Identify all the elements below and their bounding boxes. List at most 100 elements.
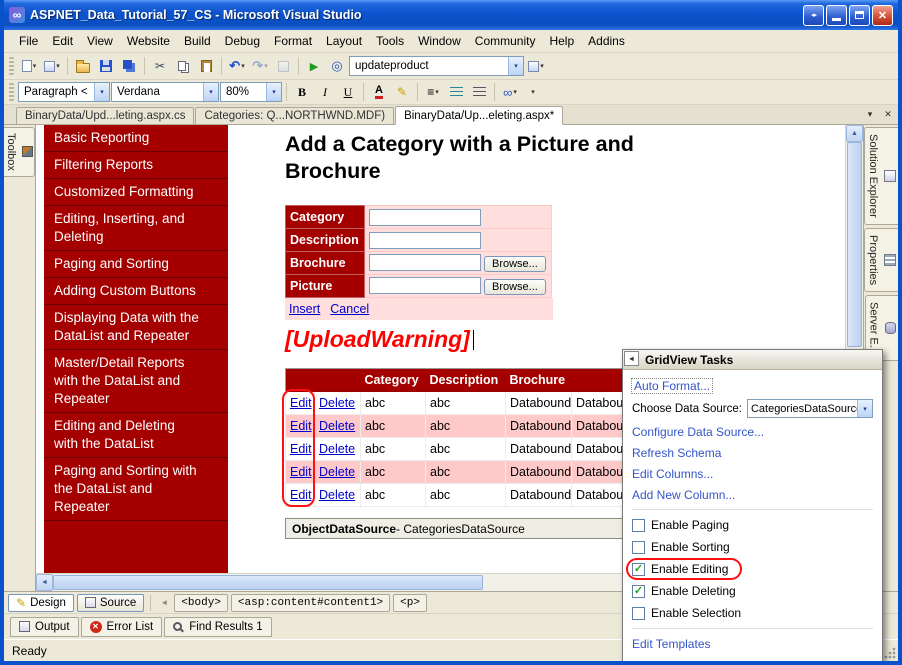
start-debug-button[interactable]: ▶ <box>303 55 325 77</box>
align-button[interactable]: ≡ ▾ <box>422 81 444 103</box>
numbered-list-button[interactable] <box>445 81 467 103</box>
picture-file-input[interactable] <box>369 277 481 294</box>
horizontal-scroll-thumb[interactable] <box>53 575 483 590</box>
auto-format-link[interactable]: Auto Format... <box>630 377 714 394</box>
menu-layout[interactable]: Layout <box>319 31 369 52</box>
hyperlink-button[interactable]: ∞ ▾ <box>499 81 521 103</box>
menu-tools[interactable]: Tools <box>369 31 411 52</box>
block-format-combo[interactable]: Paragraph < ▾ <box>18 82 110 102</box>
preview-browser-button[interactable]: ◎ <box>326 55 348 77</box>
font-color-button[interactable]: A <box>368 81 390 103</box>
delete-link[interactable]: Delete <box>319 419 355 433</box>
design-view-button[interactable]: ✎ Design <box>8 593 74 612</box>
maximize-button[interactable] <box>849 4 870 26</box>
underline-button[interactable]: U <box>337 81 359 103</box>
bullet-list-button[interactable] <box>468 81 490 103</box>
menu-format[interactable]: Format <box>267 31 319 52</box>
edit-link[interactable]: Edit <box>290 419 312 433</box>
nav-paging-datalist[interactable]: Paging and Sorting with the DataList and… <box>44 458 228 521</box>
undo-button[interactable]: ↶ ▾ <box>226 55 248 77</box>
add-new-item-button[interactable]: ▾ <box>41 55 63 77</box>
navigate-button[interactable] <box>272 55 294 77</box>
data-source-combo[interactable]: CategoriesDataSource ▾ <box>746 399 873 418</box>
enable-paging-checkbox[interactable] <box>632 518 645 532</box>
picture-browse-button[interactable]: Browse... <box>484 279 546 295</box>
bold-button[interactable]: B <box>291 81 313 103</box>
edit-templates-link[interactable]: Edit Templates <box>632 637 711 651</box>
menu-file[interactable]: File <box>12 31 45 52</box>
edit-link[interactable]: Edit <box>290 465 312 479</box>
category-input[interactable] <box>369 208 481 226</box>
tab-close-button[interactable]: ✕ <box>880 106 896 122</box>
font-name-combo[interactable]: Verdana ▾ <box>111 82 219 102</box>
new-website-button[interactable]: ▾ <box>18 55 40 77</box>
tab-list-dropdown-button[interactable]: ▾ <box>862 106 878 122</box>
tag-p-button[interactable]: <p> <box>393 593 427 612</box>
find-in-files-button[interactable]: ▾ <box>525 55 547 77</box>
enable-selection-checkbox[interactable] <box>632 606 645 620</box>
copy-button[interactable] <box>172 55 194 77</box>
edit-link[interactable]: Edit <box>290 396 312 410</box>
redo-button[interactable]: ↷ ▾ <box>249 55 271 77</box>
cut-button[interactable]: ✂ <box>149 55 171 77</box>
nav-custom-buttons[interactable]: Adding Custom Buttons <box>44 278 228 305</box>
insert-link[interactable]: Insert <box>289 302 320 316</box>
menu-website[interactable]: Website <box>120 31 177 52</box>
edit-link[interactable]: Edit <box>290 488 312 502</box>
refresh-schema-link[interactable]: Refresh Schema <box>632 446 721 460</box>
nav-basic-reporting[interactable]: Basic Reporting <box>44 125 228 152</box>
tab-binarydata-aspx[interactable]: BinaryData/Up...eleting.aspx* <box>395 106 564 125</box>
menu-build[interactable]: Build <box>177 31 218 52</box>
edit-columns-link[interactable]: Edit Columns... <box>632 467 713 481</box>
float-window-button[interactable]: ◂▸ <box>803 4 824 26</box>
smart-tag-collapse-button[interactable]: ◂ <box>624 351 639 366</box>
font-size-combo[interactable]: 80% ▾ <box>220 82 282 102</box>
save-button[interactable] <box>95 55 117 77</box>
tag-content-button[interactable]: <asp:content#content1> <box>230 593 391 612</box>
menu-view[interactable]: View <box>80 31 120 52</box>
properties-tab[interactable]: Properties <box>864 227 898 292</box>
close-button[interactable]: ✕ <box>872 4 893 26</box>
highlight-button[interactable]: ✎ <box>391 81 413 103</box>
toolbar-grip[interactable] <box>9 57 14 75</box>
delete-link[interactable]: Delete <box>319 488 355 502</box>
nav-editing-datalist[interactable]: Editing and Deleting with the DataList <box>44 413 228 458</box>
tab-binarydata-cs[interactable]: BinaryData/Upd...leting.aspx.cs <box>16 107 195 124</box>
menu-debug[interactable]: Debug <box>218 31 267 52</box>
error-list-tab[interactable]: ✕ Error List <box>80 616 163 637</box>
find-combo[interactable]: updateproduct ▾ <box>349 56 524 76</box>
tab-categories-mdf[interactable]: Categories: Q...NORTHWND.MDF) <box>195 107 395 124</box>
nav-filtering-reports[interactable]: Filtering Reports <box>44 152 228 179</box>
open-file-button[interactable] <box>72 55 94 77</box>
menu-community[interactable]: Community <box>468 31 543 52</box>
cancel-link[interactable]: Cancel <box>330 302 369 316</box>
toolbox-tab[interactable]: Toolbox <box>4 127 35 177</box>
source-view-button[interactable]: Source <box>76 593 145 612</box>
nav-datalist-repeater[interactable]: Displaying Data with the DataList and Re… <box>44 305 228 350</box>
find-results-tab[interactable]: Find Results 1 <box>164 616 272 637</box>
description-input[interactable] <box>369 231 481 249</box>
tag-nav-left-button[interactable]: ◄ <box>157 595 171 611</box>
minimize-button[interactable] <box>826 4 847 26</box>
italic-button[interactable]: I <box>314 81 336 103</box>
delete-link[interactable]: Delete <box>319 465 355 479</box>
nav-master-detail[interactable]: Master/Detail Reports with the DataList … <box>44 350 228 413</box>
scroll-left-button[interactable]: ◄ <box>36 574 53 591</box>
menu-window[interactable]: Window <box>411 31 468 52</box>
menu-help[interactable]: Help <box>542 31 581 52</box>
configure-data-source-link[interactable]: Configure Data Source... <box>632 425 764 439</box>
scroll-up-button[interactable]: ▲ <box>846 125 863 142</box>
tag-body-button[interactable]: <body> <box>174 593 228 612</box>
add-new-column-link[interactable]: Add New Column... <box>632 488 735 502</box>
nav-customized-formatting[interactable]: Customized Formatting <box>44 179 228 206</box>
toolbar-grip[interactable] <box>9 83 14 101</box>
nav-editing-inserting-deleting[interactable]: Editing, Inserting, and Deleting <box>44 206 228 251</box>
output-tab[interactable]: Output <box>10 616 79 637</box>
objectdatasource-control[interactable]: ObjectDataSource - CategoriesDataSource <box>285 518 637 539</box>
nav-paging-sorting[interactable]: Paging and Sorting <box>44 251 228 278</box>
menu-edit[interactable]: Edit <box>45 31 80 52</box>
brochure-browse-button[interactable]: Browse... <box>484 256 546 272</box>
edit-link[interactable]: Edit <box>290 442 312 456</box>
solution-explorer-tab[interactable]: Solution Explorer <box>864 127 898 225</box>
resize-grip[interactable] <box>884 647 896 659</box>
